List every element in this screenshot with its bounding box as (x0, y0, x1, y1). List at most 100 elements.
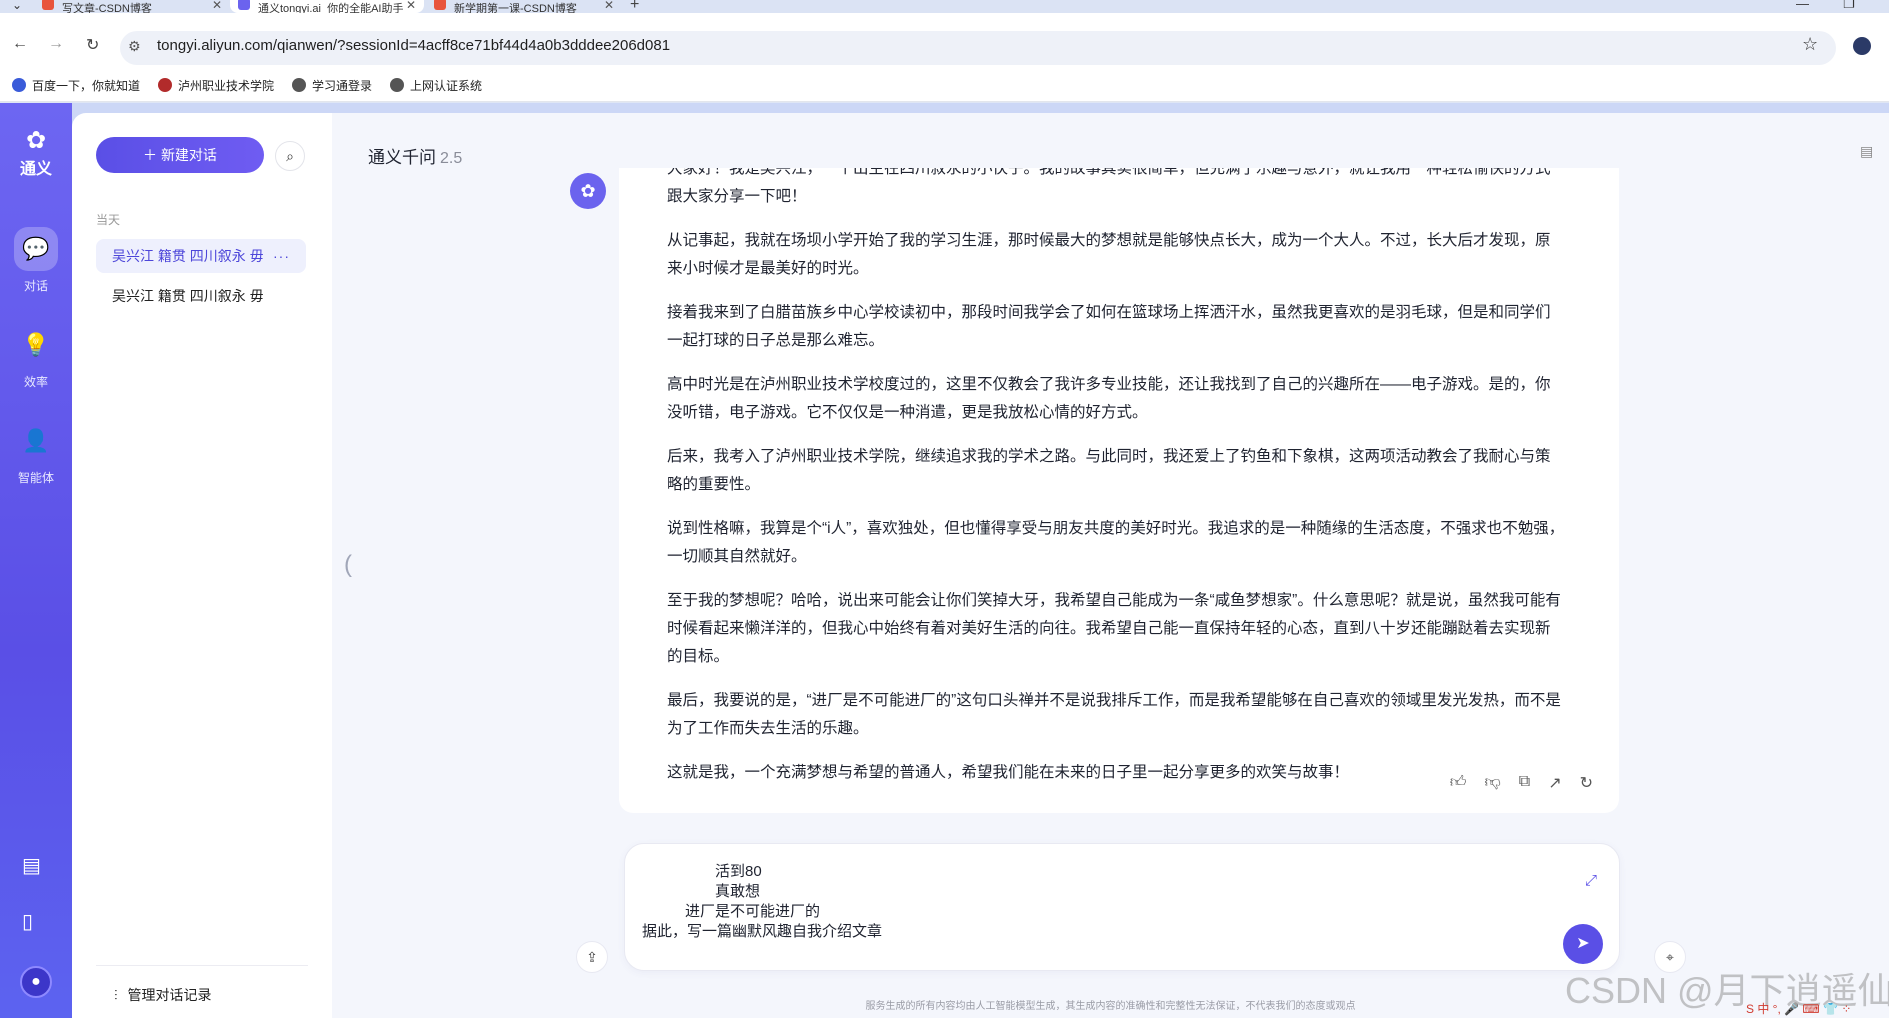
close-icon[interactable]: ✕ (604, 0, 614, 12)
agent-icon: 👤 (22, 428, 50, 453)
new-tab-plus-icon[interactable]: + (630, 0, 639, 13)
sliders-icon: ⫶ (114, 987, 118, 1003)
tab-label: 新学期第一课-CSDN博客 (454, 3, 577, 13)
assistant-message: 大家好！我是吴兴江，一个出生在四川叙永的小伙子。我的故事其实很简单，但充满了乐趣… (619, 168, 1619, 813)
answer-body: 大家好！我是吴兴江，一个出生在四川叙永的小伙子。我的故事其实很简单，但充满了乐趣… (667, 168, 1565, 803)
answer-paragraph: 接着我来到了白腊苗族乡中心学校读初中，那段时间我学会了如何在篮球场上挥洒汗水，虽… (667, 304, 1551, 349)
reload-icon[interactable]: ↻ (86, 35, 99, 55)
bulb-icon: 💡 (22, 332, 50, 357)
answer-paragraph: 说到性格嘛，我算是个“i人”，喜欢独处，但也懂得享受与朋友共度的美好时光。我追求… (667, 520, 1565, 565)
chat-icon: 💬 (14, 227, 58, 271)
minimize-icon[interactable]: — (1796, 0, 1809, 11)
college-logo-icon (158, 78, 172, 92)
rail-item-agent[interactable]: 👤 智能体 (0, 419, 72, 486)
bookmark-label: 泸州职业技术学院 (178, 79, 275, 93)
plus-icon: ＋ (143, 147, 161, 163)
mobile-icon[interactable]: ▯ (22, 909, 33, 934)
ime-toolbar[interactable]: S 中 °, 🎤 ⌨ 👕 ⁘ (1746, 1000, 1851, 1017)
sidebar-collapse-handle[interactable]: ( (344, 551, 352, 579)
rail-item-efficiency[interactable]: 💡 效率 (0, 323, 72, 390)
conversation-item[interactable]: 吴兴江 籍贯 四川叙永 毋 (96, 279, 306, 313)
profile-avatar-icon[interactable] (1853, 37, 1871, 55)
regenerate-icon[interactable]: ↻ (1580, 773, 1593, 793)
close-icon[interactable]: ✕ (406, 0, 416, 12)
csdn-favicon-icon (434, 0, 446, 10)
model-name: 通义千问 (368, 148, 436, 167)
assistant-avatar-icon: ✿ (570, 173, 606, 209)
rail-item-label: 智能体 (17, 471, 54, 485)
prompt-line: 活到80 (715, 863, 762, 880)
manage-history-button[interactable]: ⫶ 管理对话记录 (114, 985, 212, 1005)
answer-paragraph: 至于我的梦想呢？哈哈，说出来可能会让你们笑掉大牙，我希望自己能成为一条“咸鱼梦想… (667, 592, 1561, 665)
browser-tab-strip: ⌄ 写文章-CSDN博客 ✕ 通义tongyi.ai_你的全能AI助手 ✕ 新学… (0, 0, 1889, 13)
tab-tongyi[interactable]: 通义tongyi.ai_你的全能AI助手 ✕ (230, 0, 424, 13)
send-button[interactable]: ➤ (1563, 924, 1603, 964)
rail-item-chat[interactable]: 💬 对话 (0, 227, 72, 294)
bookmark-xuexitong[interactable]: 学习通登录 (292, 77, 372, 94)
prompt-line: 真敢想 (715, 883, 761, 900)
notes-icon[interactable]: ▤ (1860, 143, 1873, 160)
conversation-title: 吴兴江 籍贯 四川叙永 毋 (112, 288, 264, 304)
user-avatar[interactable]: ● (20, 966, 52, 998)
prompt-input[interactable]: 活到80 真敢想 进厂是不可能进厂的 据此，写一篇幽默风趣自我介绍文章 ⤢ ➤ (624, 843, 1620, 971)
chat-main: 通义千问 2.5 ▤ ( ✿ 大家好！我是吴兴江，一个出生在四川叙永的小伙子。我的… (332, 113, 1889, 1018)
restore-icon[interactable]: ❐ (1843, 0, 1855, 12)
bookmark-luzhou-college[interactable]: 泸州职业技术学院 (158, 77, 274, 94)
model-title: 通义千问 2.5 (368, 143, 462, 168)
conversation-item[interactable]: 吴兴江 籍贯 四川叙永 毋 ··· (96, 239, 306, 273)
copy-icon[interactable]: ⧉ (1519, 773, 1530, 793)
csdn-favicon-icon (42, 0, 54, 10)
back-arrow-icon[interactable]: ← (12, 35, 28, 53)
manage-history-label: 管理对话记录 (127, 987, 212, 1003)
close-icon[interactable]: ✕ (212, 0, 222, 12)
tongyi-app: ✿ 通义 💬 对话 💡 效率 👤 智能体 ▤ ▯ ● ＋ 新建对话 ⌕ 当天 吴… (0, 103, 1889, 1018)
answer-paragraph: 高中时光是在泸州职业技术学校度过的，这里不仅教会了我许多专业技能，还让我找到了自… (667, 376, 1551, 421)
site-info-icon[interactable]: ⚙ (128, 38, 141, 55)
globe-icon (390, 78, 404, 92)
divider (96, 965, 308, 966)
conversation-sidebar: ＋ 新建对话 ⌕ 当天 吴兴江 籍贯 四川叙永 毋 ··· 吴兴江 籍贯 四川叙… (72, 113, 332, 1018)
prompt-line: 进厂是不可能进厂的 (685, 903, 821, 920)
section-label-today: 当天 (96, 213, 121, 227)
thumbs-down-icon[interactable]: 👎︎ (1485, 773, 1501, 793)
left-rail: ✿ 通义 💬 对话 💡 效率 👤 智能体 ▤ ▯ ● (0, 103, 72, 1018)
share-icon[interactable]: ↗ (1548, 773, 1561, 793)
rail-item-label: 对话 (23, 279, 48, 293)
logo-text: 通义 (20, 161, 53, 178)
tab-label: 写文章-CSDN博客 (62, 3, 152, 13)
new-chat-label: 新建对话 (160, 147, 217, 163)
new-chat-button[interactable]: ＋ 新建对话 (96, 137, 264, 173)
more-options-icon[interactable]: ··· (273, 239, 290, 273)
answer-paragraph: 从记事起，我就在场坝小学开始了我的学习生涯，那时候最大的梦想就是能够快点长大，成… (667, 232, 1551, 277)
document-icon[interactable]: ▤ (22, 853, 41, 878)
bookmarks-bar: 百度一下，你就知道 泸州职业技术学院 学习通登录 上网认证系统 (0, 67, 1889, 102)
tongyi-logo[interactable]: ✿ 通义 (20, 129, 52, 179)
answer-paragraph: 大家好！我是吴兴江，一个出生在四川叙永的小伙子。我的故事其实很简单，但充满了乐趣… (667, 168, 1551, 205)
search-icon[interactable]: ⌕ (275, 141, 305, 171)
answer-paragraph: 最后，我要说的是，“进厂是不可能进厂的”这句口头禅并不是说我排斥工作，而是我希望… (667, 692, 1561, 737)
bookmark-label: 百度一下，你就知道 (32, 79, 141, 93)
tab-label: 通义tongyi.ai_你的全能AI助手 (258, 3, 404, 13)
tab-search-chevron-icon[interactable]: ⌄ (12, 0, 22, 12)
url-text[interactable]: tongyi.aliyun.com/qianwen/?sessionId=4ac… (157, 37, 670, 54)
baidu-paw-icon (12, 78, 26, 92)
bookmark-baidu[interactable]: 百度一下，你就知道 (12, 77, 140, 94)
prompt-line: 据此，写一篇幽默风趣自我介绍文章 (642, 923, 883, 940)
send-plane-icon: ➤ (1576, 935, 1590, 952)
rail-item-label: 效率 (23, 375, 48, 389)
tab-csdn-first-class[interactable]: 新学期第一课-CSDN博客 ✕ (426, 0, 622, 13)
conversation-title: 吴兴江 籍贯 四川叙永 毋 (112, 248, 264, 264)
bookmark-star-icon[interactable]: ☆ (1802, 34, 1818, 55)
forward-arrow-icon[interactable]: → (48, 35, 64, 53)
answer-paragraph: 这就是我，一个充满梦想与希望的普通人，希望我们能在未来的日子里一起分享更多的欢笑… (667, 764, 1350, 781)
upload-icon[interactable]: ⇪ (576, 941, 608, 973)
tab-csdn-write[interactable]: 写文章-CSDN博客 ✕ (34, 0, 230, 13)
tongyi-favicon-icon (238, 0, 250, 10)
tongyi-mark-icon: ✿ (25, 127, 47, 154)
bookmark-net-auth[interactable]: 上网认证系统 (390, 77, 482, 94)
expand-icon[interactable]: ⤢ (1585, 872, 1597, 889)
bookmark-label: 学习通登录 (312, 79, 373, 93)
answer-paragraph: 后来，我考入了泸州职业技术学院，继续追求我的学术之路。与此同时，我还爱上了钓鱼和… (667, 448, 1551, 493)
thumbs-up-icon[interactable]: 👍︎ (1450, 773, 1467, 793)
model-version: 2.5 (440, 150, 463, 167)
